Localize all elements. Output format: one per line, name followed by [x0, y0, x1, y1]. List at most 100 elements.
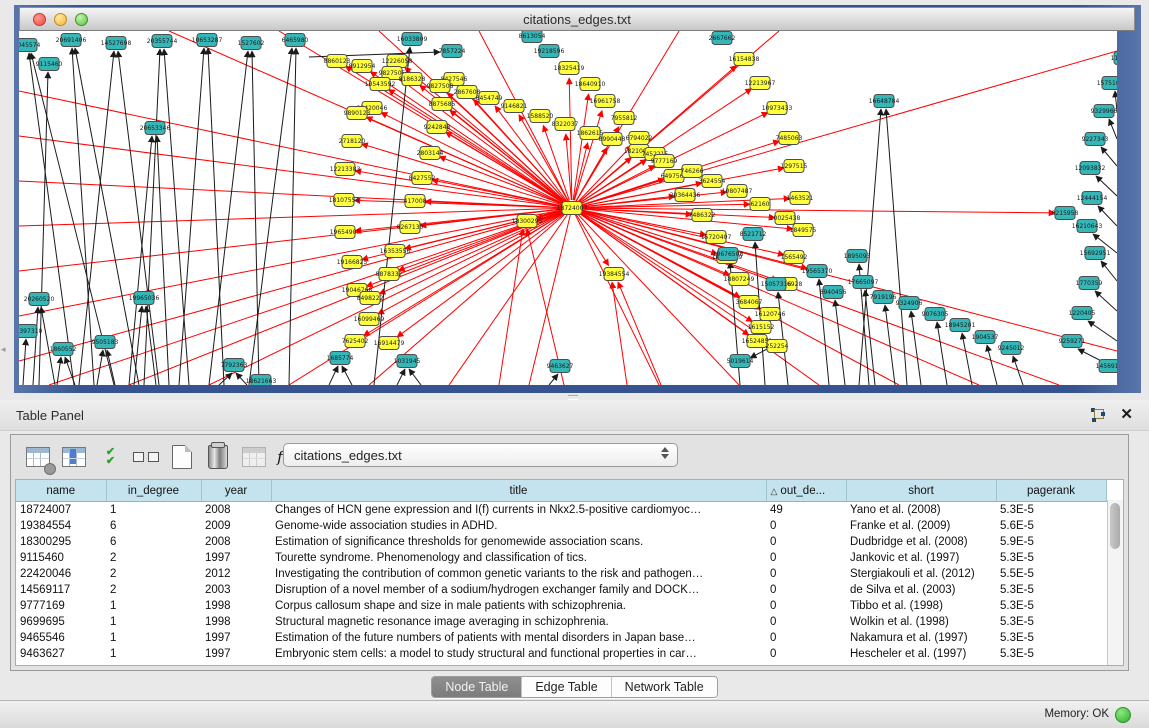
graph-node[interactable]: 3624554	[699, 175, 726, 188]
graph-node[interactable]: 9115460	[36, 58, 63, 71]
network-window-titlebar[interactable]: citations_edges.txt	[19, 7, 1135, 31]
citation-edge-black[interactable]	[886, 109, 907, 385]
graph-node[interactable]: 1220405	[1069, 307, 1096, 320]
graph-node[interactable]: 746266	[681, 165, 704, 178]
graph-node[interactable]: 2803144	[417, 147, 444, 160]
graph-node[interactable]: 2045574	[19, 39, 41, 52]
graph-node[interactable]: 8215958	[1052, 207, 1079, 220]
citation-edge-red[interactable]	[449, 208, 572, 385]
citation-edge-black[interactable]	[1013, 356, 1023, 385]
graph-node[interactable]: 10807487	[722, 185, 753, 198]
graph-node[interactable]: 7955812	[611, 112, 638, 125]
column-header-name[interactable]: name	[16, 480, 106, 502]
citation-edge-red[interactable]	[446, 132, 566, 204]
table-row[interactable]: 911546021997Tourette syndrome. Phenomeno…	[16, 550, 1106, 566]
citation-edge-black[interactable]	[1109, 119, 1117, 139]
graph-node[interactable]: 10025438	[770, 212, 801, 225]
graph-node[interactable]: 10653287	[192, 34, 223, 47]
table-selector-dropdown[interactable]: citations_edges.txt	[283, 443, 678, 467]
graph-node[interactable]: 16648784	[869, 95, 900, 108]
citation-edge-black[interactable]	[144, 49, 160, 385]
column-header-in_degree[interactable]: in_degree	[106, 480, 201, 502]
citation-edge-black[interactable]	[1095, 291, 1117, 311]
table-row[interactable]: 1938455462009Genome-wide association stu…	[16, 518, 1106, 534]
citation-edge-black[interactable]	[23, 339, 26, 385]
graph-node[interactable]: 8860123	[324, 55, 351, 68]
graph-node[interactable]: 15692951	[1080, 247, 1111, 260]
graph-node[interactable]: 9259271	[1059, 335, 1086, 348]
citation-network-graph[interactable]: 1872400788601238912954122260589827505105…	[19, 31, 1117, 385]
graph-node[interactable]: 19166825	[337, 256, 368, 269]
graph-node[interactable]: 1904537	[972, 331, 999, 344]
graph-node[interactable]: 1860552	[50, 343, 77, 356]
graph-node[interactable]: 8990448	[599, 133, 626, 146]
graph-node[interactable]: 12213967	[745, 77, 776, 90]
graph-node[interactable]: 9505183	[92, 336, 119, 349]
graph-node[interactable]: 1112854	[1111, 52, 1117, 65]
graph-node[interactable]: 6465980	[282, 34, 309, 47]
graph-node[interactable]: 62160	[750, 198, 770, 211]
delete-table-icon[interactable]	[203, 442, 233, 472]
graph-node[interactable]: 1527602	[238, 37, 265, 50]
citation-edge-red[interactable]	[572, 51, 1117, 208]
tab-network-table[interactable]: Network Table	[612, 677, 717, 697]
graph-node[interactable]: 1565492	[781, 251, 808, 264]
citation-edge-black[interactable]	[374, 47, 410, 385]
scrollbar-thumb[interactable]	[1110, 503, 1120, 549]
column-header-title[interactable]: title	[271, 480, 766, 502]
citation-edge-black[interactable]	[1101, 261, 1117, 281]
table-row[interactable]: 2242004622012Investigating the contribut…	[16, 566, 1106, 582]
graph-node[interactable]: 16961758	[590, 95, 621, 108]
graph-node[interactable]: 10973433	[762, 102, 793, 115]
citation-edge-black[interactable]	[778, 292, 788, 385]
graph-node[interactable]: 1588520	[527, 110, 554, 123]
table-row[interactable]: 969969511998Structural magnetic resonanc…	[16, 614, 1106, 630]
tab-node-table[interactable]: Node Table	[432, 677, 522, 697]
citation-edge-black[interactable]	[1088, 321, 1117, 341]
graph-node[interactable]: 7792363	[221, 359, 248, 372]
close-window-button[interactable]	[33, 13, 46, 26]
graph-node[interactable]: 8940456	[820, 286, 847, 299]
maximize-window-button[interactable]	[75, 13, 88, 26]
citation-edge-black[interactable]	[289, 48, 296, 385]
column-header-pagerank[interactable]: pagerank	[996, 480, 1106, 502]
citation-edge-black[interactable]	[859, 109, 881, 385]
citation-edge-red[interactable]	[388, 89, 565, 203]
graph-node[interactable]: 1615152	[748, 321, 775, 334]
graph-node[interactable]: 6794022	[626, 132, 653, 145]
citation-edge-black[interactable]	[409, 369, 421, 385]
citation-edge-black[interactable]	[397, 369, 405, 385]
citation-edge-black[interactable]	[118, 51, 159, 385]
graph-node[interactable]: 16210643	[1072, 220, 1103, 233]
citation-edge-black[interactable]	[209, 51, 248, 385]
graph-node[interactable]: 8521712	[740, 228, 767, 241]
graph-node[interactable]: 7919196	[870, 291, 897, 304]
table-row[interactable]: 946362711997Embryonic stem cells: a mode…	[16, 646, 1106, 662]
row-height-icon[interactable]	[131, 442, 161, 472]
graph-node[interactable]: 1456911	[1096, 360, 1117, 373]
graph-node[interactable]: 8875685	[429, 98, 456, 111]
citation-edge-black[interactable]	[72, 48, 94, 385]
graph-node[interactable]: 16154838	[729, 53, 760, 66]
citation-edge-red[interactable]	[574, 143, 588, 200]
graph-node[interactable]: 19654905	[330, 226, 361, 239]
table-options-icon[interactable]	[23, 442, 53, 472]
create-table-icon[interactable]	[167, 442, 197, 472]
table-row[interactable]: 977716911998Corpus callosum shape and si…	[16, 598, 1106, 614]
panel-splitter[interactable]	[0, 393, 1149, 400]
graph-node[interactable]: 17665097	[848, 276, 879, 289]
graph-node[interactable]: 9076305	[922, 308, 949, 321]
graph-node[interactable]: 8454749	[476, 92, 503, 105]
graph-node[interactable]: 3684067	[736, 296, 763, 309]
graph-node[interactable]: 7486322	[689, 209, 716, 222]
graph-node[interactable]: 18107554	[329, 194, 360, 207]
panel-resize-handle[interactable]: ◂	[1, 344, 6, 355]
select-rows-icon[interactable]: ✔✔	[95, 442, 125, 472]
citation-edge-black[interactable]	[164, 49, 189, 385]
graph-node[interactable]: 9329966	[1091, 105, 1117, 118]
citation-edge-red[interactable]	[366, 117, 565, 205]
float-panel-icon[interactable]	[1090, 408, 1105, 422]
graph-node[interactable]: 16353556	[380, 245, 411, 258]
graph-node[interactable]: 1770359	[1076, 277, 1103, 290]
graph-node[interactable]: 9890123	[344, 107, 371, 120]
